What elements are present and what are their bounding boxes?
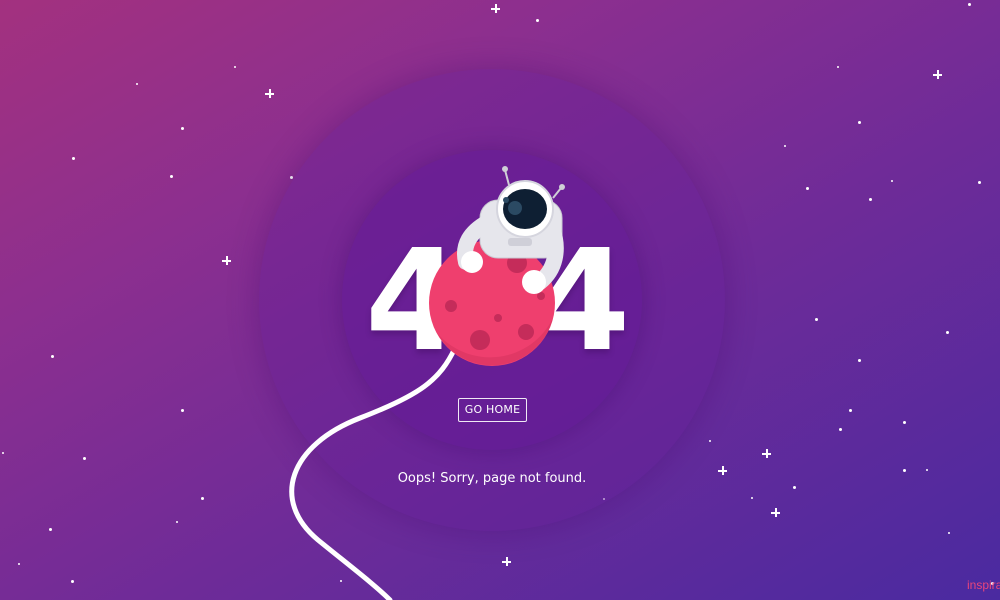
star-icon [858, 121, 861, 124]
star-icon [903, 421, 906, 424]
star-icon [869, 198, 872, 201]
credit-link[interactable]: inspira [967, 578, 1000, 592]
star-icon [815, 318, 818, 321]
star-icon [858, 359, 861, 362]
star-icon [926, 469, 928, 471]
star-icon [71, 580, 74, 583]
star-icon [806, 187, 809, 190]
star-icon [72, 157, 75, 160]
star-icon [536, 19, 539, 22]
star-icon [709, 440, 711, 442]
star-icon [234, 66, 236, 68]
star-icon [136, 83, 138, 85]
star-icon [793, 486, 796, 489]
star-icon [181, 127, 184, 130]
star-icon [502, 557, 511, 566]
star-icon [222, 256, 231, 265]
go-home-button[interactable]: GO HOME [458, 398, 527, 422]
star-icon [201, 497, 204, 500]
star-icon [18, 563, 20, 565]
star-icon [891, 180, 893, 182]
star-icon [978, 181, 981, 184]
star-icon [51, 355, 54, 358]
star-icon [933, 70, 942, 79]
star-icon [837, 66, 839, 68]
star-icon [491, 4, 500, 13]
star-icon [968, 3, 971, 6]
star-icon [170, 175, 173, 178]
star-icon [83, 457, 86, 460]
star-icon [181, 409, 184, 412]
star-icon [751, 497, 753, 499]
star-icon [849, 409, 852, 412]
error-code-last-digit: 4 [533, 220, 630, 383]
star-icon [903, 469, 906, 472]
star-icon [946, 331, 949, 334]
star-icon [718, 466, 727, 475]
star-icon [49, 528, 52, 531]
star-icon [948, 532, 950, 534]
error-code-first-digit: 4 [365, 220, 462, 383]
star-icon [784, 145, 786, 147]
star-icon [340, 580, 342, 582]
star-icon [176, 521, 178, 523]
star-icon [839, 428, 842, 431]
not-found-message: Oops! Sorry, page not found. [397, 471, 587, 486]
star-icon [771, 508, 780, 517]
star-icon [762, 449, 771, 458]
star-icon [2, 452, 4, 454]
star-icon [265, 89, 274, 98]
